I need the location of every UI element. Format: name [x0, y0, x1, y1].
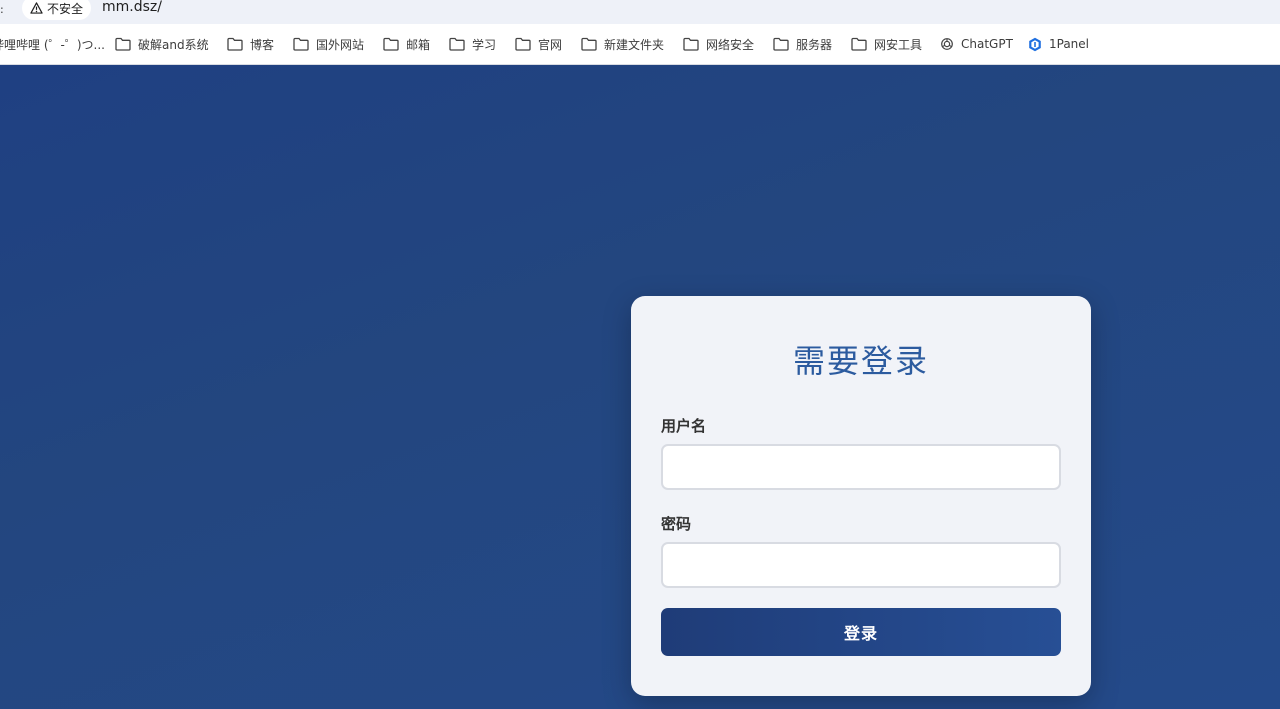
warning-icon [30, 2, 43, 14]
bookmark-folder-mail[interactable]: 邮箱 [383, 24, 430, 64]
folder-icon [227, 37, 243, 51]
bookmark-label: 官网 [538, 37, 563, 52]
bookmark-label: 学习 [472, 37, 497, 52]
login-button[interactable]: 登录 [661, 608, 1061, 656]
bookmark-label: 破解and系统 [138, 37, 209, 52]
folder-icon [449, 37, 465, 51]
bookmarks-bar: 哔哩哔哩 (゜-゜)つ... 破解and系统 博客 国外网站 邮箱 学习 官网 … [0, 24, 1280, 65]
bookmark-folder-official[interactable]: 官网 [515, 24, 562, 64]
bookmark-label: 邮箱 [406, 37, 431, 52]
bookmark-bilibili[interactable]: 哔哩哔哩 (゜-゜)つ... [0, 24, 105, 64]
bookmark-label: 网络安全 [706, 37, 755, 52]
bookmark-label: 博客 [250, 37, 275, 52]
password-input[interactable] [661, 542, 1061, 588]
bookmark-folder-netsec[interactable]: 网络安全 [683, 24, 754, 64]
password-label: 密码 [661, 515, 692, 533]
username-label: 用户名 [661, 417, 707, 435]
folder-icon [773, 37, 789, 51]
login-card: 需要登录 用户名 密码 登录 [631, 296, 1091, 696]
bookmark-folder-cracks[interactable]: 破解and系统 [115, 24, 209, 64]
folder-icon [293, 37, 309, 51]
bookmark-label: 服务器 [796, 37, 833, 52]
folder-icon [115, 37, 131, 51]
bookmark-folder-study[interactable]: 学习 [449, 24, 496, 64]
bookmark-label: 网安工具 [874, 37, 923, 52]
security-label: 不安全 [47, 1, 84, 16]
bookmark-label: 1Panel [1049, 37, 1090, 51]
bookmark-label: 新建文件夹 [604, 37, 665, 52]
bookmark-label: 国外网站 [316, 37, 365, 52]
url-field[interactable]: mm.dsz/ [102, 0, 162, 17]
security-indicator[interactable]: 不安全 [22, 0, 92, 20]
bookmark-label: 哔哩哔哩 (゜-゜)つ... [0, 37, 105, 52]
folder-icon [581, 37, 597, 51]
bookmark-folder-foreign-sites[interactable]: 国外网站 [293, 24, 364, 64]
folder-icon [851, 37, 867, 51]
bookmark-folder-servers[interactable]: 服务器 [773, 24, 832, 64]
bookmark-folder-new[interactable]: 新建文件夹 [581, 24, 664, 64]
bookmark-folder-blog[interactable]: 博客 [227, 24, 274, 64]
login-title: 需要登录 [792, 342, 929, 380]
bookmark-label: ChatGPT [961, 37, 1013, 51]
folder-icon [383, 37, 399, 51]
address-bar-edge: : [0, 3, 4, 16]
address-bar: : 不安全 mm.dsz/ [0, 0, 1280, 24]
folder-icon [515, 37, 531, 51]
1panel-icon [1029, 37, 1041, 51]
bookmark-1panel[interactable]: 1Panel [1028, 24, 1089, 64]
bookmark-folder-sectools[interactable]: 网安工具 [851, 24, 922, 64]
openai-icon [941, 38, 953, 50]
folder-icon [683, 37, 699, 51]
bookmark-chatgpt[interactable]: ChatGPT [940, 24, 1013, 64]
username-input[interactable] [661, 444, 1061, 490]
